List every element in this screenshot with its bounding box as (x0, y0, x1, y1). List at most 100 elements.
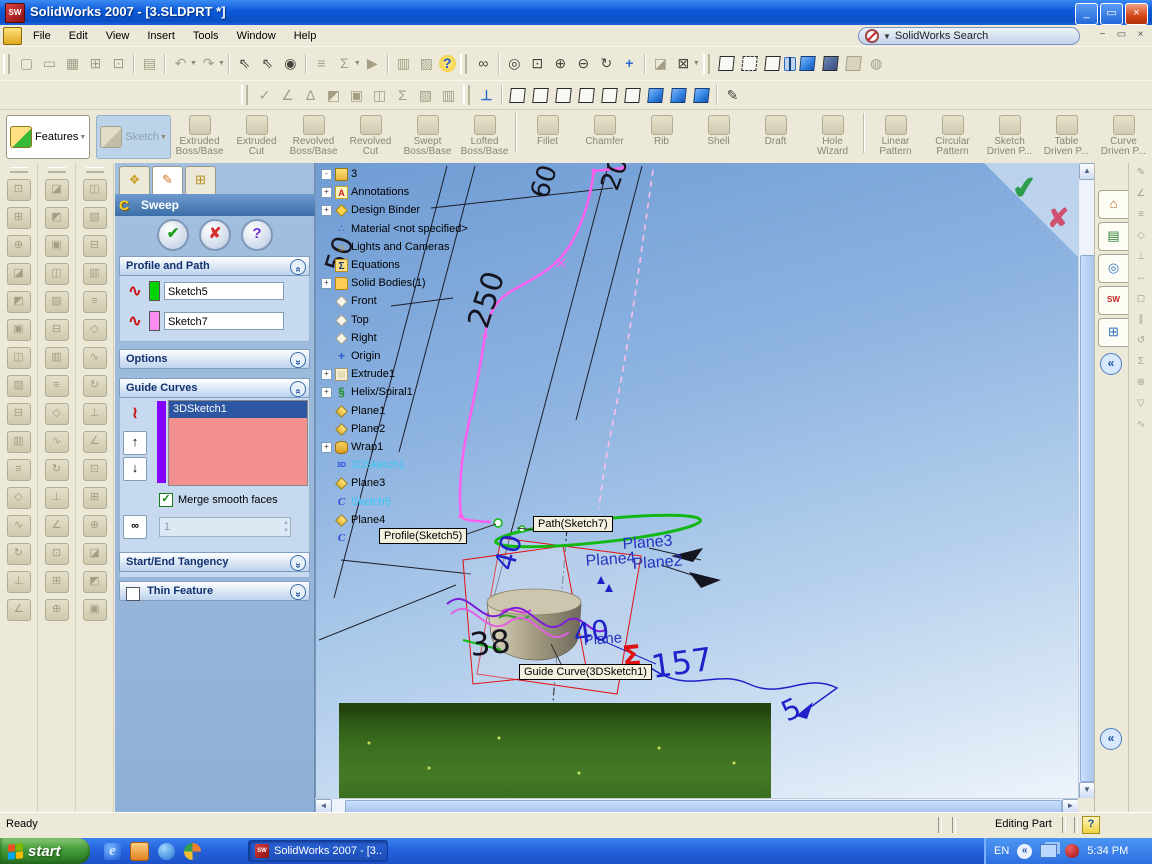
equations-dropdown-icon[interactable]: ▼ (354, 60, 361, 67)
feature-tool-icon[interactable]: ≡ (82, 291, 107, 313)
tree-item-plane4[interactable]: +Plane4 (321, 512, 385, 528)
feature-tool-icon[interactable]: ≡ (44, 375, 69, 397)
feature-tool-icon[interactable]: ▨ (82, 207, 107, 229)
profile-path-header[interactable]: Profile and Path » (119, 256, 310, 276)
feature-tool-icon[interactable]: ⊡ (6, 179, 31, 201)
check-entity-icon[interactable]: ▣ (346, 85, 367, 106)
feature-tool-icon[interactable]: ◪ (44, 179, 69, 201)
dim-60[interactable]: 60 (525, 163, 564, 202)
task-pane-icon[interactable]: ▥ (393, 53, 414, 74)
feature-tool-icon[interactable]: ≡ (6, 459, 31, 481)
feature-tool-icon[interactable]: ∠ (82, 431, 107, 453)
feature-tool-icon[interactable]: ∿ (82, 347, 107, 369)
toolbar-grip[interactable] (702, 53, 710, 74)
trimetric-view-icon[interactable] (670, 87, 687, 103)
plane4-label[interactable]: Plane4 (585, 550, 636, 570)
menu-edit[interactable]: Edit (60, 28, 97, 44)
quicklaunch-ie-icon[interactable]: e (104, 843, 121, 860)
zoom-to-fit-icon[interactable]: ◎ (504, 53, 525, 74)
home-icon[interactable]: ⌂ (1098, 190, 1129, 219)
feature-tool-icon[interactable]: ▥ (82, 263, 107, 285)
feature-tool-icon[interactable]: ⊕ (44, 599, 69, 621)
help-button[interactable]: ? (241, 219, 273, 251)
feature-tool-icon[interactable]: ⊥ (6, 571, 31, 593)
feature-tool-icon[interactable]: ∠ (6, 599, 31, 621)
dim-250[interactable]: 250 (461, 267, 512, 332)
right-view-icon[interactable] (578, 87, 595, 103)
horizontal-scrollbar[interactable]: ◄ ► (315, 798, 1079, 813)
hidden-lines-visible-icon[interactable] (740, 56, 758, 71)
button-table-driven-p[interactable]: Table Driven P... (1038, 115, 1095, 161)
feature-tool-icon[interactable]: ◩ (6, 291, 31, 313)
vertical-scrollbar[interactable]: ▲ ▼ (1078, 163, 1095, 799)
expand-chevron-icon[interactable]: » (290, 584, 306, 600)
feature-tool-icon[interactable]: ⊞ (6, 207, 31, 229)
network-icon[interactable] (1040, 844, 1058, 858)
expand-box-icon[interactable]: + (321, 441, 332, 453)
restore-button[interactable]: ▭ (1100, 3, 1123, 25)
guide-curves-listbox[interactable]: 3DSketch1 (168, 400, 308, 486)
button-extruded-cut[interactable]: Extruded Cut (228, 115, 285, 161)
section-view-icon[interactable]: ◪ (650, 53, 671, 74)
feature-tool-icon[interactable]: ↻ (82, 375, 107, 397)
tree-item-front[interactable]: +Front (321, 293, 377, 309)
feature-tool-icon[interactable]: ▣ (44, 235, 69, 257)
options-header[interactable]: Options » (119, 349, 310, 369)
tree-item-helix-spiral1[interactable]: + § Helix/Spiral1 (321, 384, 413, 400)
tree-item-solid-bodies-1[interactable]: + Solid Bodies(1) (321, 275, 426, 291)
quicklaunch-media-icon[interactable] (184, 843, 201, 860)
sketch-dropdown-icon[interactable]: ▼ (160, 134, 167, 141)
menu-tools[interactable]: Tools (184, 28, 228, 44)
redo-dropdown-icon[interactable]: ▼ (218, 60, 225, 67)
equations-icon[interactable]: Σ (334, 53, 355, 74)
feature-tool-icon[interactable]: ↻ (6, 543, 31, 565)
thin-feature-header[interactable]: ✓ Thin Feature » (119, 581, 310, 601)
button-revolved-boss-base[interactable]: Revolved Boss/Base (285, 115, 342, 161)
file-explorer-icon[interactable]: SW (1098, 286, 1129, 315)
dim-38[interactable]: 38 (468, 622, 512, 664)
show-sections-button[interactable]: ∞ (123, 515, 147, 539)
toolbar-grip[interactable] (241, 85, 248, 105)
hidden-lines-removed-icon[interactable] (763, 56, 781, 71)
feature-tool-icon[interactable]: ⊡ (44, 543, 69, 565)
toolbar-grip[interactable] (3, 53, 10, 74)
tree-item-material-not-specified[interactable]: +∴Material <not specified> (321, 221, 468, 237)
toggle-selection-icon[interactable]: ◉ (280, 53, 301, 74)
solidworks-tray-icon[interactable] (1065, 844, 1080, 858)
quicklaunch-icon[interactable] (130, 842, 149, 861)
expand-box-icon[interactable]: + (321, 368, 332, 380)
annotation-tool-icon[interactable]: ↔ (1132, 270, 1150, 287)
annotation-tool-icon[interactable]: ◇ (1132, 228, 1150, 245)
feature-tool-icon[interactable]: ↻ (44, 459, 69, 481)
feature-tool-icon[interactable]: ⊕ (6, 235, 31, 257)
tree-item-extrude1[interactable]: + Extrude1 (321, 366, 395, 382)
scroll-right-icon[interactable]: ► (1062, 799, 1079, 813)
spell-check-icon[interactable]: ✓ (254, 85, 275, 106)
section-properties-icon[interactable]: ◩ (323, 85, 344, 106)
view-orientation-icon[interactable]: ⊠ (673, 53, 694, 74)
feature-tool-icon[interactable]: ◩ (82, 571, 107, 593)
annotation-tool-icon[interactable]: ∠ (1132, 186, 1150, 203)
sketch-tab[interactable]: Sketch ▼ (96, 115, 171, 159)
print-icon[interactable]: ▤ (139, 53, 160, 74)
toolbar-grip[interactable] (85, 167, 104, 173)
design-library-icon[interactable]: ◎ (1098, 254, 1129, 283)
collapse-pane-icon[interactable]: « (1100, 728, 1122, 750)
spinner-arrows-icon[interactable]: ▲ ▼ (283, 519, 289, 535)
plane2-label[interactable]: Plane2 (632, 553, 683, 573)
graphics-viewport[interactable]: Plane3 Plane4 Plane2 Plane 60 20 50 250 … (315, 163, 1079, 798)
button-circular-pattern[interactable]: Circular Pattern (924, 115, 981, 161)
tree-item-annotations[interactable]: + A Annotations (321, 184, 409, 200)
tree-item-plane1[interactable]: +Plane1 (321, 403, 385, 419)
zoom-to-selection-icon[interactable]: ⊖ (573, 53, 594, 74)
measure-icon[interactable]: ∠ (277, 85, 298, 106)
profile-selection-field[interactable]: Sketch5 (164, 282, 284, 300)
tray-expand-icon[interactable]: « (1017, 843, 1033, 859)
thin-feature-checkbox[interactable]: ✓ (126, 587, 140, 601)
curvature-icon[interactable]: ◫ (369, 85, 390, 106)
annotation-tool-icon[interactable]: ▽ (1132, 396, 1150, 413)
feature-tool-icon[interactable]: ⊡ (82, 459, 107, 481)
make-assembly-icon[interactable]: ⊡ (108, 53, 129, 74)
feature-tool-icon[interactable]: ∠ (44, 515, 69, 537)
guide-curve-list-item[interactable]: 3DSketch1 (169, 401, 307, 418)
